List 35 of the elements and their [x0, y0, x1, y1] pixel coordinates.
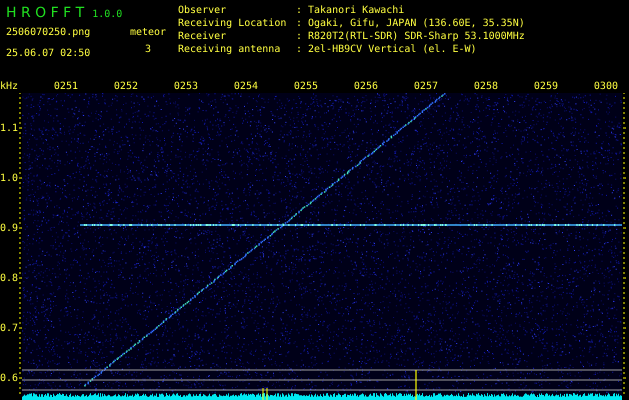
- info-label: Receiving antenna: [178, 43, 282, 56]
- info-separator: :: [296, 43, 304, 56]
- file-name: 2506070250.png: [6, 26, 92, 39]
- time-label: 0254: [232, 80, 258, 93]
- info-value: Ogaki, Gifu, JAPAN (136.60E, 35.35N): [308, 17, 525, 30]
- time-label: 0252: [112, 80, 138, 93]
- app-version: 1.0.0: [92, 8, 122, 21]
- time-label: 0258: [472, 80, 498, 93]
- frequency-label: 1.1: [0, 122, 18, 135]
- info-label: Receiving Location: [178, 17, 288, 30]
- info-separator: :: [296, 30, 304, 43]
- frequency-label: 0.9: [0, 222, 18, 235]
- info-label: Receiver: [178, 30, 228, 43]
- time-label: 0251: [52, 80, 78, 93]
- info-value: Takanori Kawachi: [308, 4, 404, 17]
- frequency-label: 1.0: [0, 172, 18, 185]
- info-label: Observer: [178, 4, 228, 17]
- info-separator: :: [296, 4, 304, 17]
- info-separator: :: [296, 17, 304, 30]
- time-label: 0253: [172, 80, 198, 93]
- timestamp: 25.06.07 02:50: [6, 47, 92, 60]
- app-name: H R O F F T: [6, 4, 84, 22]
- info-value: 2el-HB9CV Vertical (el. E-W): [308, 43, 477, 56]
- frequency-label: 0.8: [0, 272, 18, 285]
- meteor-label: meteor: [130, 26, 166, 39]
- meteor-count: 3: [144, 43, 152, 56]
- time-label: 0257: [412, 80, 438, 93]
- frequency-label: 0.7: [0, 322, 18, 335]
- time-label: 0259: [532, 80, 558, 93]
- time-label: 0256: [352, 80, 378, 93]
- info-value: R820T2(RTL-SDR) SDR-Sharp 53.1000MHz: [308, 30, 525, 43]
- frequency-label: 0.6: [0, 372, 18, 385]
- axis-unit: kHz: [0, 80, 18, 93]
- time-label: 0255: [292, 80, 318, 93]
- time-label: 0300: [592, 80, 618, 93]
